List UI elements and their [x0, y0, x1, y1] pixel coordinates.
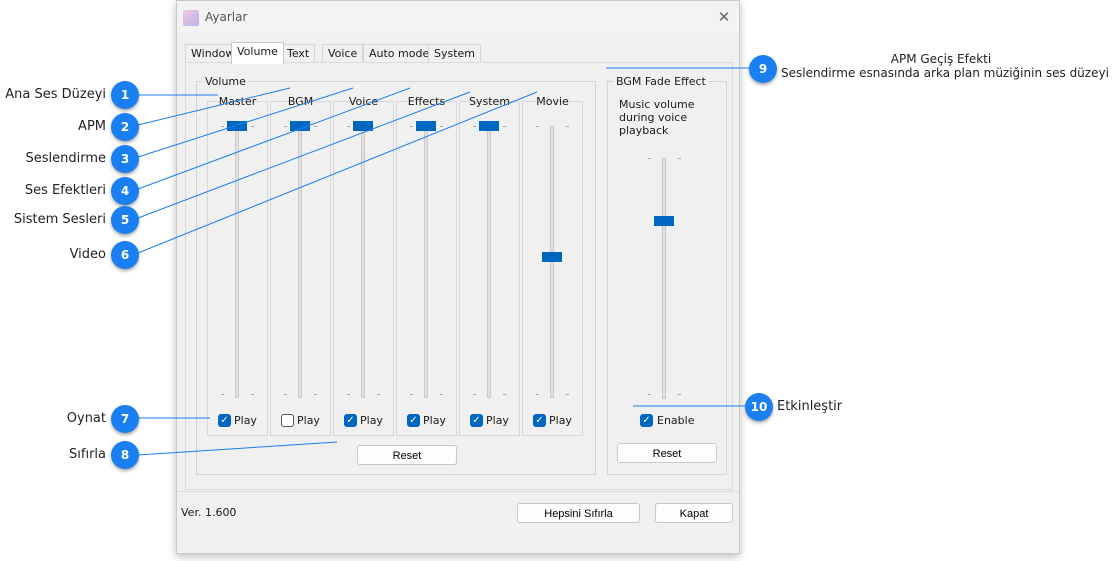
annotation-block-9: APM Geçiş Efekti Seslendirme esnasında a…	[781, 52, 1109, 80]
annotation-badge-8: 8	[111, 441, 139, 469]
annotation-text-10: Etkinleştir	[777, 399, 843, 414]
tab-volume[interactable]: Volume	[231, 42, 284, 64]
annotation-badge-5: 5	[111, 206, 139, 234]
annotation-text-9: APM Geçiş Efekti	[890, 52, 992, 66]
leader-line-4	[137, 87, 411, 190]
annotation-text-6: Video	[69, 247, 106, 262]
leader-line-6	[137, 91, 538, 254]
leader-line-2	[137, 87, 291, 126]
annotation-badge-7: 7	[111, 405, 139, 433]
annotation-badge-9: 9	[749, 55, 777, 83]
annotation-badge-1: 1	[111, 81, 139, 109]
annotation-text-4: Ses Efektleri	[24, 183, 106, 198]
annotation-text-5: Sistem Sesleri	[13, 212, 106, 227]
annotation-lines	[137, 67, 749, 456]
annotation-text-1: Ana Ses Düzeyi	[5, 87, 106, 102]
annotation-subtext-9: Seslendirme esnasında arka plan müziğini…	[781, 66, 1109, 80]
annotation-badge-4: 4	[111, 177, 139, 205]
annotation-badge-6: 6	[111, 241, 139, 269]
annotation-text-8: Sıfırla	[69, 447, 106, 462]
annotation-text-7: Oynat	[66, 411, 106, 426]
annotation-text-2: APM	[78, 119, 106, 134]
annotation-text-3: Seslendirme	[25, 151, 106, 166]
annotation-badge-10: 10	[745, 393, 773, 421]
leader-line-5	[137, 91, 471, 219]
annotation-badge-3: 3	[111, 145, 139, 173]
annotation-badge-2: 2	[111, 113, 139, 141]
leader-line-8	[137, 441, 338, 456]
